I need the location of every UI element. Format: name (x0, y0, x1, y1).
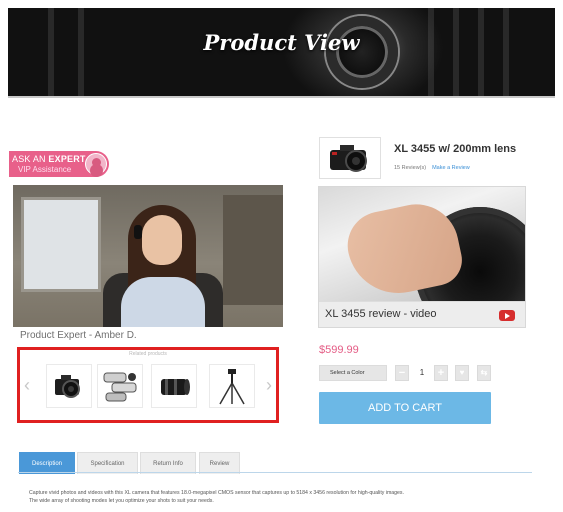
tab-review[interactable]: Review (199, 452, 240, 474)
related-product-lens-set[interactable] (97, 364, 143, 408)
quantity-field[interactable]: 1 (413, 366, 431, 380)
review-video-thumbnail (319, 187, 525, 327)
review-video-label: XL 3455 review - video (325, 308, 437, 320)
carousel-prev-icon[interactable]: ‹ (24, 376, 30, 394)
review-count[interactable]: 15 Review(s) (394, 165, 426, 171)
tab-return-info[interactable]: Return Info (140, 452, 196, 474)
expert-video[interactable] (13, 185, 283, 327)
tripod-icon (219, 369, 245, 405)
related-product-telephoto-lens[interactable] (151, 364, 197, 408)
product-price: $599.99 (319, 344, 359, 356)
badge-subtitle: VIP Assistance (18, 165, 72, 174)
review-video-footer: XL 3455 review - video (319, 301, 525, 327)
divider (8, 96, 555, 98)
related-product-tripod[interactable] (209, 364, 255, 408)
compare-icon[interactable]: ⇆ (477, 365, 491, 381)
quantity-increase-button[interactable]: + (434, 365, 448, 381)
carousel-next-icon[interactable]: › (266, 376, 272, 394)
wishlist-heart-icon[interactable]: ♥ (455, 365, 469, 381)
hero-banner: Product View (8, 8, 555, 96)
dslr-camera-icon (55, 375, 80, 398)
badge-title: ASK AN EXPERT (12, 154, 86, 164)
ask-an-expert-badge[interactable]: ASK AN EXPERT VIP Assistance (9, 151, 109, 177)
make-review-link[interactable]: Make a Review (432, 165, 470, 171)
lens-set-icon (103, 372, 137, 402)
related-products-carousel: Related products ‹ › (17, 347, 279, 423)
telephoto-lens-icon (161, 379, 190, 395)
review-video[interactable]: XL 3455 review - video (318, 186, 526, 328)
add-to-cart-button[interactable]: ADD TO CART (319, 392, 491, 424)
description-line: Capture vivid photos and videos with thi… (29, 490, 404, 496)
carousel-caption: Related products (129, 351, 167, 357)
tabs-divider (18, 472, 532, 473)
product-thumbnail[interactable] (319, 137, 381, 179)
product-rating-row: 15 Review(s) Make a Review (394, 165, 470, 171)
quantity-decrease-button[interactable]: − (395, 365, 409, 381)
product-title: XL 3455 w/ 200mm lens (394, 143, 517, 155)
tab-specification[interactable]: Specification (77, 452, 138, 474)
play-video-icon[interactable] (499, 310, 515, 321)
description-line: The wide array of shooting modes let you… (29, 498, 214, 504)
dslr-camera-icon (330, 145, 367, 172)
page-title: Product View (203, 30, 360, 55)
tab-description[interactable]: Description (19, 452, 75, 474)
expert-name: Product Expert - Amber D. (20, 330, 137, 341)
headset-icon (134, 225, 142, 239)
related-product-camera[interactable] (46, 364, 92, 408)
product-description: Capture vivid photos and videos with thi… (29, 489, 529, 505)
expert-avatar-icon (85, 153, 107, 175)
color-select[interactable]: Select a Color (319, 365, 387, 381)
